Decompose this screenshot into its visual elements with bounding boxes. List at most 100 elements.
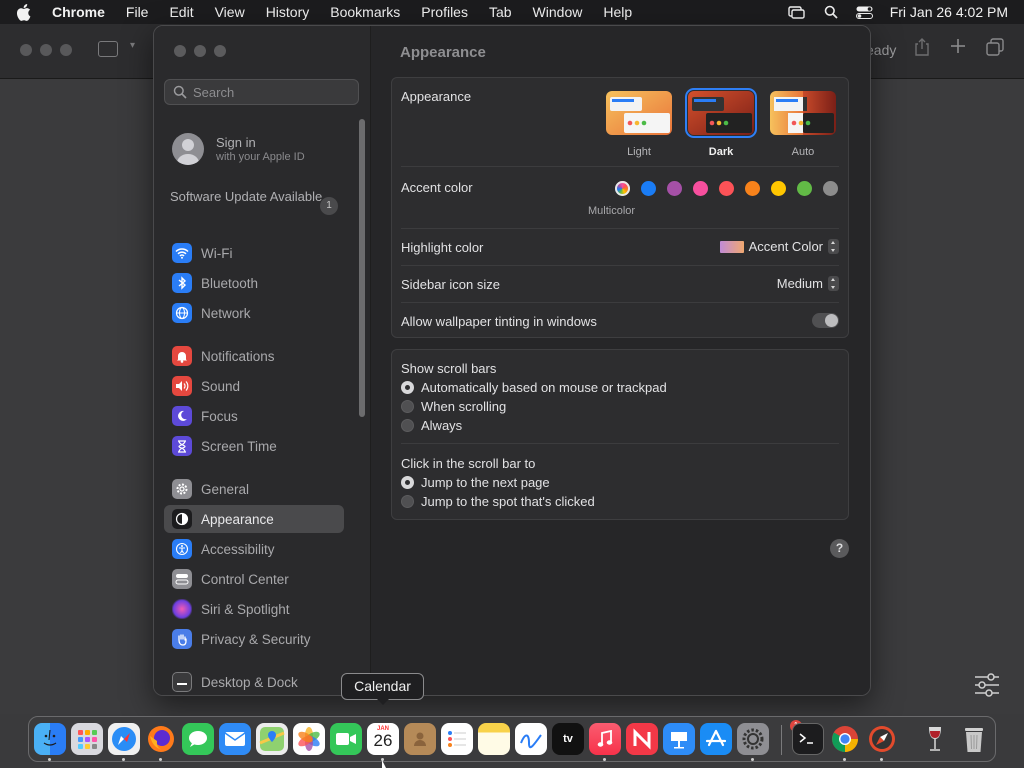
- sidebar-item-label: Wi-Fi: [201, 245, 233, 261]
- tab-overview-icon[interactable]: [985, 38, 1005, 58]
- appearance-option-dark[interactable]: [685, 88, 757, 138]
- radio-scroll-automatic[interactable]: Automatically based on mouse or trackpad: [401, 380, 667, 395]
- sidebar-toggle-icon[interactable]: [98, 41, 118, 57]
- trash-icon[interactable]: [958, 723, 990, 755]
- mail-icon[interactable]: [219, 723, 251, 755]
- wine-app-icon[interactable]: [919, 723, 951, 755]
- sidebar-item-control-center[interactable]: Control Center: [164, 565, 344, 593]
- close-button[interactable]: [174, 45, 186, 57]
- keynote-icon[interactable]: [663, 723, 695, 755]
- sidebar-item-general[interactable]: General: [164, 475, 344, 503]
- apple-tv-icon[interactable]: tv: [552, 723, 584, 755]
- calendar-icon[interactable]: JAN 26: [367, 723, 399, 755]
- maps-icon[interactable]: [256, 723, 288, 755]
- chevron-down-icon[interactable]: ▾: [130, 40, 135, 51]
- hand-icon: [172, 629, 192, 649]
- wallpaper-tinting-toggle[interactable]: [812, 313, 839, 328]
- contacts-icon[interactable]: [404, 723, 436, 755]
- finder-icon[interactable]: [34, 723, 66, 755]
- sliders-icon[interactable]: [972, 672, 1002, 698]
- screen-mirroring-icon[interactable]: [788, 5, 806, 19]
- sidebar-item-appearance[interactable]: Appearance: [164, 505, 344, 533]
- radio-button[interactable]: [401, 419, 414, 432]
- menu-view[interactable]: View: [215, 4, 245, 20]
- freeform-icon[interactable]: [515, 723, 547, 755]
- facetime-icon[interactable]: [330, 723, 362, 755]
- accent-swatch-red[interactable]: [719, 181, 734, 196]
- radio-jump-spot-clicked[interactable]: Jump to the spot that's clicked: [401, 494, 595, 509]
- menu-profiles[interactable]: Profiles: [421, 4, 468, 20]
- help-button[interactable]: ?: [830, 539, 849, 558]
- search-field[interactable]: Search: [164, 79, 359, 105]
- accent-swatch-green[interactable]: [797, 181, 812, 196]
- app-store-icon[interactable]: [700, 723, 732, 755]
- sidebar-item-sound[interactable]: Sound: [164, 372, 344, 400]
- new-tab-icon[interactable]: [948, 38, 968, 58]
- firefox-icon[interactable]: [145, 723, 177, 755]
- apple-id-signin[interactable]: Sign in with your Apple ID: [172, 133, 305, 165]
- sidebar-scrollbar[interactable]: [359, 119, 365, 417]
- radio-button[interactable]: [401, 495, 414, 508]
- radio-button[interactable]: [401, 400, 414, 413]
- safari-icon[interactable]: [108, 723, 140, 755]
- accent-swatch-purple[interactable]: [667, 181, 682, 196]
- system-settings-icon[interactable]: [737, 723, 769, 755]
- radio-scroll-always[interactable]: Always: [401, 418, 462, 433]
- music-icon[interactable]: [589, 723, 621, 755]
- chrome-icon[interactable]: [829, 723, 861, 755]
- radio-jump-next-page[interactable]: Jump to the next page: [401, 475, 550, 490]
- sidebar-item-siri-spotlight[interactable]: Siri & Spotlight: [164, 595, 344, 623]
- software-update-item[interactable]: Software Update Available: [170, 189, 340, 205]
- menu-help[interactable]: Help: [603, 4, 632, 20]
- menu-tab[interactable]: Tab: [489, 4, 512, 20]
- minimize-button[interactable]: [194, 45, 206, 57]
- photos-icon[interactable]: [293, 723, 325, 755]
- menu-app-name[interactable]: Chrome: [52, 4, 105, 20]
- appearance-option-auto[interactable]: [770, 91, 836, 135]
- close-button[interactable]: [20, 44, 32, 56]
- minimize-button[interactable]: [40, 44, 52, 56]
- sidebar-icon-size-popup[interactable]: Medium: [777, 276, 839, 291]
- news-icon[interactable]: [626, 723, 658, 755]
- radio-button[interactable]: [401, 476, 414, 489]
- accent-swatch-multicolor[interactable]: [615, 181, 630, 196]
- messages-icon[interactable]: [182, 723, 214, 755]
- sidebar-item-notifications[interactable]: Notifications: [164, 342, 344, 370]
- accent-swatch-blue[interactable]: [641, 181, 656, 196]
- zoom-button[interactable]: [60, 44, 72, 56]
- terminal-icon[interactable]: [792, 723, 824, 755]
- reminders-icon[interactable]: [441, 723, 473, 755]
- sidebar-item-network[interactable]: Network: [164, 299, 344, 327]
- menu-edit[interactable]: Edit: [169, 4, 193, 20]
- accent-swatch-orange[interactable]: [745, 181, 760, 196]
- popup-stepper-icon: [828, 276, 839, 291]
- apple-icon[interactable]: [16, 3, 38, 21]
- divider: [401, 302, 839, 303]
- accent-swatch-graphite[interactable]: [823, 181, 838, 196]
- accent-swatch-pink[interactable]: [693, 181, 708, 196]
- radio-button[interactable]: [401, 381, 414, 394]
- zoom-button[interactable]: [214, 45, 226, 57]
- menu-file[interactable]: File: [126, 4, 149, 20]
- share-icon[interactable]: [912, 38, 932, 58]
- appearance-option-light[interactable]: [606, 91, 672, 135]
- sidebar-item-accessibility[interactable]: Accessibility: [164, 535, 344, 563]
- control-center-icon[interactable]: [856, 5, 874, 19]
- highlight-color-popup[interactable]: Accent Color: [719, 239, 839, 254]
- sidebar-item-desktop-dock[interactable]: Desktop & Dock: [164, 668, 344, 695]
- accent-swatch-yellow[interactable]: [771, 181, 786, 196]
- sidebar-item-bluetooth[interactable]: Bluetooth: [164, 269, 344, 297]
- menu-bookmarks[interactable]: Bookmarks: [330, 4, 400, 20]
- sidebar-item-privacy-security[interactable]: Privacy & Security: [164, 625, 344, 653]
- sidebar-item-focus[interactable]: Focus: [164, 402, 344, 430]
- radio-scroll-when-scrolling[interactable]: When scrolling: [401, 399, 506, 414]
- menu-history[interactable]: History: [266, 4, 310, 20]
- compass-app-icon[interactable]: [866, 723, 898, 755]
- launchpad-icon[interactable]: [71, 723, 103, 755]
- menu-window[interactable]: Window: [533, 4, 583, 20]
- sidebar-item-wifi[interactable]: Wi-Fi: [164, 239, 344, 267]
- spotlight-search-icon[interactable]: [822, 5, 840, 19]
- notes-icon[interactable]: [478, 723, 510, 755]
- menubar-clock[interactable]: Fri Jan 26 4:02 PM: [890, 4, 1008, 20]
- sidebar-item-screen-time[interactable]: Screen Time: [164, 432, 344, 460]
